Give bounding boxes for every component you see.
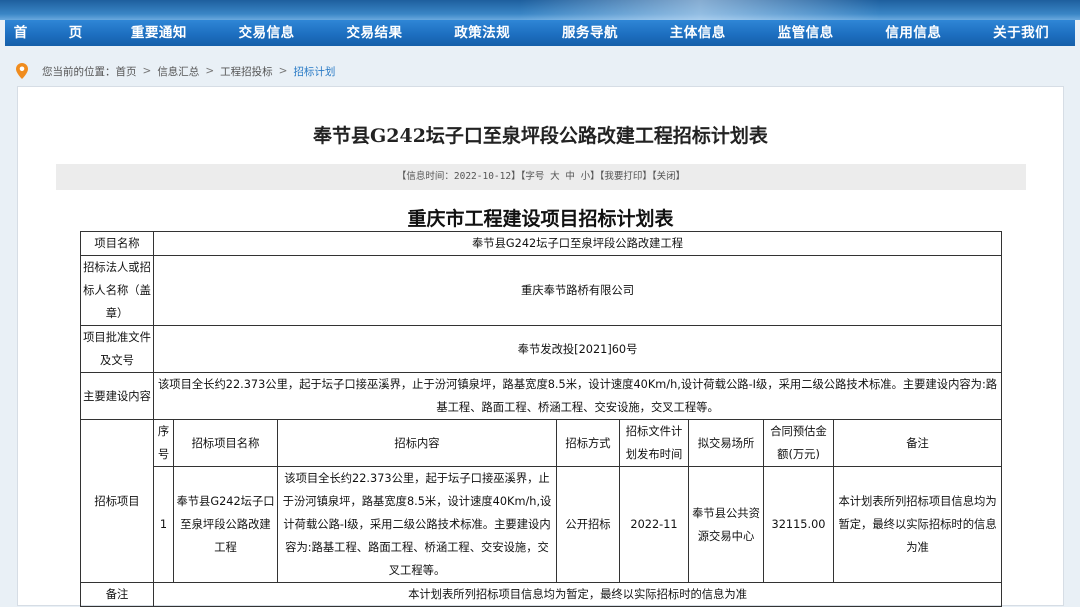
header-name: 招标项目名称 (173, 419, 278, 467)
breadcrumb-separator: > (278, 65, 288, 77)
tender-plan-table: 项目名称 奉节县G242坛子口至泉坪段公路改建工程 招标法人或招标人名称（盖章）… (80, 231, 1003, 607)
items-label: 招标项目 (80, 419, 154, 583)
header-scope: 招标内容 (277, 419, 557, 467)
breadcrumb-engineering-bidding[interactable]: 工程招投标 (220, 64, 273, 79)
note-value: 本计划表所列招标项目信息均为暂定，最终以实际招标时的信息为准 (152, 582, 1003, 607)
approval-label: 项目批准文件及文号 (80, 325, 154, 373)
row-seq: 1 (153, 466, 174, 583)
header-seq: 序号 (153, 419, 174, 467)
breadcrumb-separator: > (205, 65, 215, 77)
article-title: 奉节县G242坛子口至泉坪段公路改建工程招标计划表 (313, 125, 768, 147)
main-nav: 首 页 重要通知 交易信息 交易结果 政策法规 服务导航 主体信息 监管信息 信… (5, 20, 1075, 46)
nav-policies[interactable]: 政策法规 (428, 20, 536, 46)
font-size-label: 【字号 (520, 171, 545, 182)
row-scope: 该项目全长约22.373公里，起于坛子口接巫溪界，止于汾河镇泉坪，路基宽度8.5… (277, 466, 557, 583)
row-publish-time: 2022-11 (619, 466, 689, 583)
font-size-large-link[interactable]: 大 (550, 171, 560, 182)
table-title: 重庆市工程建设项目招标计划表 (407, 208, 674, 230)
nav-entity-info[interactable]: 主体信息 (644, 20, 752, 46)
nav-important-notices[interactable]: 重要通知 (105, 20, 213, 46)
nav-trade-info[interactable]: 交易信息 (213, 20, 321, 46)
location-pin-icon (16, 63, 28, 79)
table-row: 备注 本计划表所列招标项目信息均为暂定，最终以实际招标时的信息为准 (80, 582, 1003, 607)
row-venue: 奉节县公共资源交易中心 (688, 466, 764, 583)
table-header-row: 招标项目 序号 招标项目名称 招标内容 招标方式 招标文件计划发布时间 拟交易场… (80, 419, 1003, 583)
breadcrumb: 您当前的位置： 首页 > 信息汇总 > 工程招投标 > 招标计划 (16, 60, 335, 82)
article-panel: 奉节县G242坛子口至泉坪段公路改建工程招标计划表 【信息时间：2022-10-… (17, 86, 1064, 607)
row-remark: 本计划表所列招标项目信息均为暂定，最终以实际招标时的信息为准 (832, 466, 1003, 583)
table-row: 项目名称 奉节县G242坛子口至泉坪段公路改建工程 (80, 231, 1003, 256)
header-venue: 拟交易场所 (688, 419, 764, 467)
nav-credit-info[interactable]: 信用信息 (859, 20, 967, 46)
project-name-value: 奉节县G242坛子口至泉坪段公路改建工程 (152, 231, 1003, 256)
project-name-label: 项目名称 (80, 231, 154, 256)
close-link[interactable]: 【关闭】 (652, 171, 685, 182)
font-size-small-link[interactable]: 小】 (581, 171, 600, 182)
note-label: 备注 (80, 582, 154, 607)
top-banner (0, 0, 1080, 20)
table-row: 项目批准文件及文号 奉节发改投[2021]60号 (80, 325, 1003, 373)
content-value: 该项目全长约22.373公里，起于坛子口接巫溪界，止于汾河镇泉坪，路基宽度8.5… (152, 372, 1003, 420)
tenderer-value: 重庆奉节路桥有限公司 (152, 255, 1003, 326)
nav-about-us[interactable]: 关于我们 (967, 20, 1075, 46)
breadcrumb-info-summary[interactable]: 信息汇总 (157, 64, 199, 79)
print-link[interactable]: 【我要打印】 (600, 171, 652, 182)
breadcrumb-home[interactable]: 首页 (116, 64, 137, 79)
row-name: 奉节县G242坛子口至泉坪段公路改建工程 (173, 466, 278, 583)
breadcrumb-current[interactable]: 招标计划 (293, 64, 335, 79)
table-row: 招标法人或招标人名称（盖章） 重庆奉节路桥有限公司 (80, 255, 1003, 326)
content-label: 主要建设内容 (80, 372, 154, 420)
nav-service-guide[interactable]: 服务导航 (536, 20, 644, 46)
table-row: 主要建设内容 该项目全长约22.373公里，起于坛子口接巫溪界，止于汾河镇泉坪，… (80, 372, 1003, 420)
info-time: 【信息时间：2022-10-12】 (396, 171, 521, 182)
font-size-medium-link[interactable]: 中 (565, 171, 575, 182)
article-info-bar: 【信息时间：2022-10-12】【字号 大 中 小】【我要打印】【关闭】 (56, 164, 1026, 190)
header-method: 招标方式 (556, 419, 620, 467)
approval-value: 奉节发改投[2021]60号 (152, 325, 1003, 373)
row-method: 公开招标 (556, 466, 620, 583)
header-remark: 备注 (832, 419, 1003, 467)
table-row: 1 奉节县G242坛子口至泉坪段公路改建工程 该项目全长约22.373公里，起于… (81, 466, 1003, 583)
breadcrumb-prefix: 您当前的位置： (42, 65, 116, 78)
tenderer-label: 招标法人或招标人名称（盖章） (80, 255, 154, 326)
header-amount: 合同预估金额(万元) (763, 419, 834, 467)
nav-home[interactable]: 首 页 (5, 20, 105, 46)
row-amount: 32115.00 (763, 466, 834, 583)
header-publish-time: 招标文件计划发布时间 (619, 419, 689, 467)
breadcrumb-separator: > (142, 65, 152, 77)
nav-trade-results[interactable]: 交易结果 (321, 20, 429, 46)
nav-supervision-info[interactable]: 监管信息 (752, 20, 860, 46)
